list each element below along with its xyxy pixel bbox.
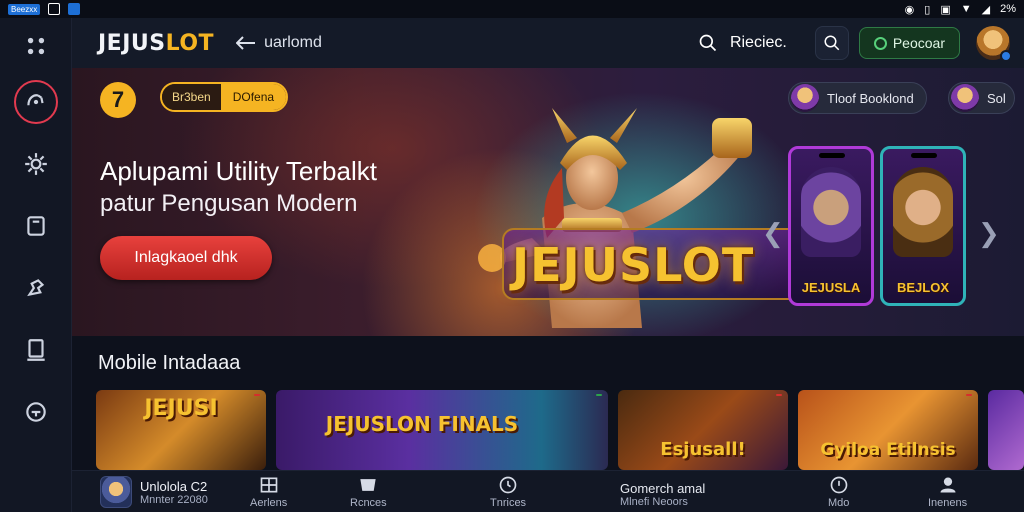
phone-preview-2[interactable]: BEJLOX [880, 146, 966, 306]
sidebar-item-share[interactable] [14, 266, 58, 310]
nav-item-mdo[interactable]: Mdo [828, 475, 849, 509]
avatar [791, 84, 819, 112]
home-icon [26, 94, 44, 106]
hero-toggle-pill[interactable]: Br3ben DOfena [160, 82, 289, 112]
search-label: Rieciec. [729, 34, 787, 51]
top-header: JEJUSLOT uarlomd Rieciec. Peocoar [72, 18, 1024, 68]
profile-name: Unlolola C2 [140, 478, 208, 494]
nav-item-tnrices[interactable]: Tnrices [490, 475, 526, 509]
game-card[interactable]: JEJUSLON FINALS [276, 390, 608, 470]
card-badge [966, 394, 972, 396]
nav-item-inenens[interactable]: Inenens [928, 475, 967, 509]
nav-center-text[interactable]: Gomerch amal Mlnefi Neoors [620, 481, 705, 508]
online-indicator [1000, 50, 1012, 62]
profile-link[interactable]: Unlolola C2 Mnnter 22080 [100, 476, 208, 508]
back-label: uarlomd [264, 34, 322, 51]
chevron-right-icon[interactable]: ❯ [978, 218, 1000, 249]
chevron-left-icon[interactable]: ❮ [762, 218, 784, 249]
bottom-nav: Unlolola C2 Mnnter 22080 Aerlens Rcnces … [72, 470, 1024, 512]
sidebar-item-home[interactable] [13, 80, 58, 124]
nav-item-rcnces[interactable]: Rcnces [350, 475, 387, 509]
hero-banner: JEJUSLOT 7 Br3ben DOfena Aplupami Utilit… [72, 68, 1024, 336]
pill-option-right[interactable]: DOfena [220, 84, 287, 110]
avatar[interactable] [976, 26, 1012, 62]
gear-icon [24, 153, 47, 175]
grid-menu-icon[interactable] [14, 24, 58, 68]
wifi-icon: ▼ [960, 3, 972, 15]
search-button[interactable] [814, 26, 849, 60]
status-app-icon-2 [68, 3, 81, 15]
sidebar [0, 18, 72, 512]
register-button[interactable]: Peocoar [858, 27, 960, 59]
profile-sub: Mnnter 22080 [140, 493, 208, 506]
pill-option-left[interactable]: Br3ben [162, 84, 221, 110]
hero-game-logo: JEJUSLOT [512, 238, 755, 292]
card-badge [776, 394, 782, 396]
back-button[interactable]: uarlomd [236, 34, 322, 52]
battery-text: 2% [1000, 3, 1016, 15]
grid-icon [260, 477, 277, 493]
clock-icon [499, 476, 517, 494]
sidebar-item-tablet[interactable] [14, 204, 58, 248]
device-icon [26, 339, 45, 361]
status-app-chip: Beezxx [8, 3, 41, 15]
circle-icon [873, 36, 887, 50]
nav-item-aerlens[interactable]: Aerlens [250, 475, 287, 509]
game-card[interactable]: Esjusall! [618, 390, 788, 470]
tablet-icon [26, 216, 45, 236]
hero-title: Aplupami Utility Terbalkt [100, 156, 377, 186]
card-badge [596, 394, 602, 396]
status-app-icon [48, 3, 61, 15]
game-card[interactable]: Gyiloa Etilnsis [798, 390, 978, 470]
status-bar: Beezxx ◉ ▯ ▣ ▼ ◢ 2% [0, 0, 1024, 18]
share-icon [26, 279, 44, 297]
avatar [100, 476, 132, 508]
sidebar-item-device[interactable] [14, 328, 58, 372]
hero-subtitle: patur Pengusan Modern [100, 190, 358, 217]
arrow-left-icon [236, 36, 256, 50]
hero-badge[interactable]: 7 [100, 82, 136, 118]
user-pill-2[interactable]: Sol [948, 82, 1015, 114]
app-logo[interactable]: JEJUSLOT [98, 31, 214, 56]
game-card[interactable] [988, 390, 1024, 470]
sd-icon: ▣ [940, 3, 951, 16]
chat-icon [25, 402, 46, 422]
notification-icon: ◉ [904, 3, 915, 16]
hero-cta-button[interactable]: Inlagkaoel dhk [100, 236, 272, 280]
avatar [951, 84, 979, 112]
search-link[interactable]: Rieciec. [698, 33, 787, 53]
game-icon [360, 479, 376, 491]
user-pill-1[interactable]: Tloof Booklond [788, 82, 927, 114]
sidebar-item-support[interactable] [14, 390, 58, 434]
phone-preview-1[interactable]: JEJUSLA [788, 146, 874, 306]
sidebar-item-settings[interactable] [14, 142, 58, 186]
sim-icon: ▯ [924, 3, 931, 16]
signal-icon: ◢ [981, 3, 991, 16]
user-icon [940, 477, 956, 493]
search-icon [824, 35, 840, 51]
section-title: Mobile Intadaaa [98, 352, 241, 374]
game-card[interactable]: JEJUSI [96, 390, 266, 470]
search-icon [699, 34, 717, 52]
info-icon [830, 476, 848, 494]
